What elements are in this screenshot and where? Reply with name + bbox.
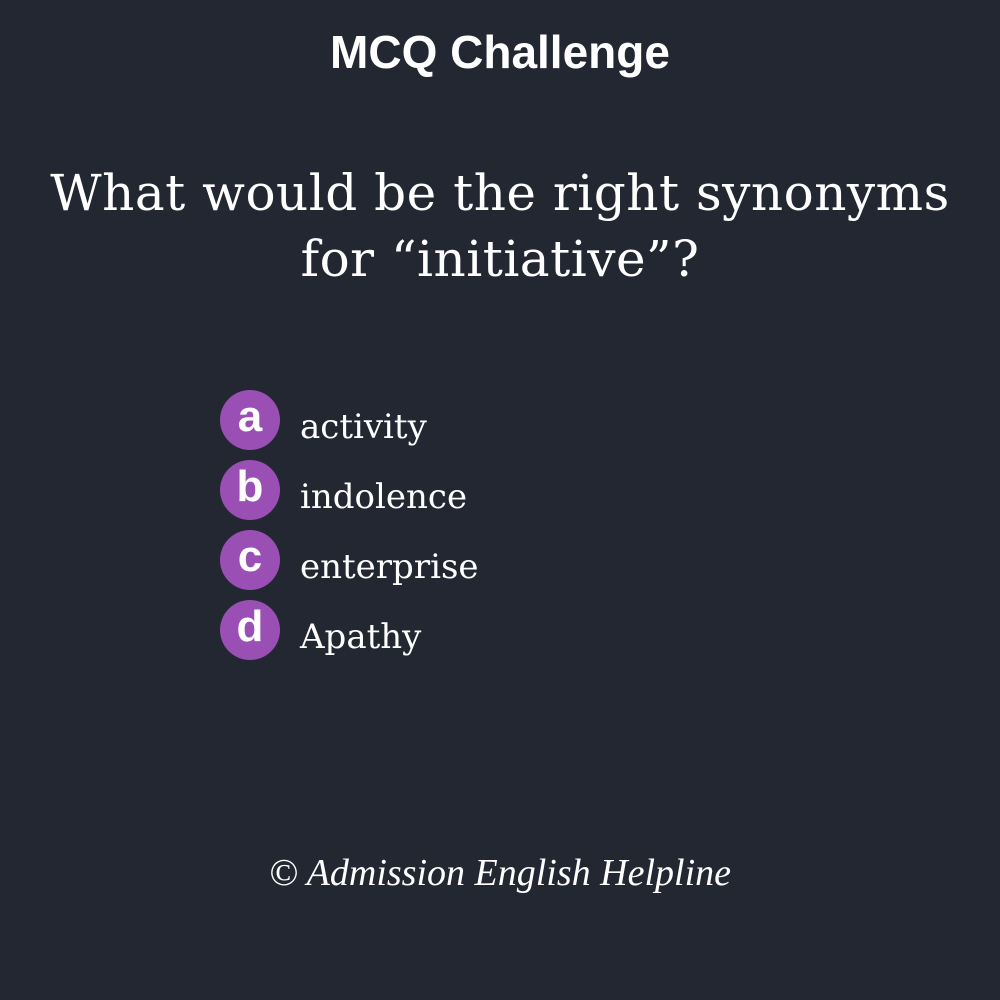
option-a-label: activity: [300, 407, 427, 447]
option-b-label: indolence: [300, 477, 468, 517]
option-d-label: Apathy: [300, 617, 422, 657]
copyright-footer: © Admission English Helpline: [269, 852, 731, 894]
option-d[interactable]: d Apathy: [220, 600, 820, 660]
option-d-badge: d: [220, 600, 280, 660]
option-a[interactable]: a activity: [220, 390, 820, 450]
options-list: a activity b indolence c enterprise d Ap…: [220, 390, 820, 670]
option-c-badge: c: [220, 530, 280, 590]
option-b-badge: b: [220, 460, 280, 520]
question-line-2: for “initiative”?: [300, 230, 700, 288]
option-c[interactable]: c enterprise: [220, 530, 820, 590]
option-b[interactable]: b indolence: [220, 460, 820, 520]
question-line-1: What would be the right synonyms: [50, 164, 950, 222]
question-text: What would be the right synonyms for “in…: [30, 160, 970, 292]
page-title: MCQ Challenge: [330, 26, 670, 78]
option-a-badge: a: [220, 390, 280, 450]
option-c-label: enterprise: [300, 547, 479, 587]
